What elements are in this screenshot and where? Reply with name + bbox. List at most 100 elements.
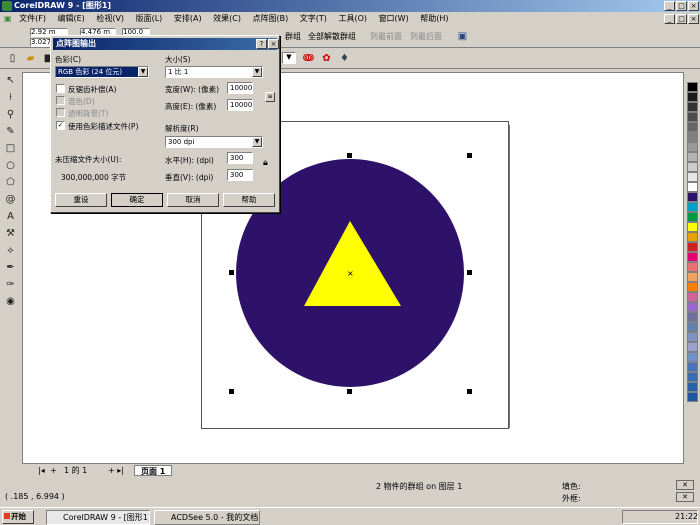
to-front-button[interactable]: 到最前面 (370, 31, 402, 42)
fill-tool-icon[interactable]: ◉ (2, 293, 19, 310)
use-profile-label[interactable]: 使用色彩描述文件(P) (68, 121, 138, 132)
height-input[interactable]: 10000 (227, 99, 253, 111)
freehand-tool-icon[interactable]: ✎ (2, 123, 19, 140)
chevron-down-icon[interactable]: ▼ (252, 67, 262, 77)
width-input[interactable]: 10000 (227, 82, 253, 94)
doc-restore-button[interactable]: □ (676, 14, 687, 24)
palette-swatch[interactable] (687, 202, 698, 212)
menu-text[interactable]: 文字(T) (300, 14, 327, 23)
dialog-help-button[interactable]: ? (256, 39, 267, 49)
menu-file[interactable]: 文件(F) (19, 14, 46, 23)
palette-swatch[interactable] (687, 292, 698, 302)
palette-swatch[interactable] (687, 312, 698, 322)
menu-help[interactable]: 帮助(H) (420, 14, 448, 23)
minimize-button[interactable]: _ (664, 1, 675, 11)
page-next-icon[interactable]: + ▸| (108, 465, 124, 476)
menu-layout[interactable]: 版面(L) (136, 14, 163, 23)
pick-tool-icon[interactable]: ↖ (2, 72, 19, 89)
text-tool-icon[interactable]: A (2, 208, 19, 225)
maintain-ratio-icon[interactable]: ≡ (265, 92, 275, 102)
group-button[interactable]: 群组 (285, 31, 301, 42)
palette-swatch[interactable] (687, 162, 698, 172)
palette-swatch[interactable] (687, 262, 698, 272)
zoom-dropdown-icon[interactable]: ▼ (282, 52, 296, 64)
palette-swatch[interactable] (687, 222, 698, 232)
handle-bottom-right[interactable] (467, 389, 472, 394)
menu-effects[interactable]: 效果(C) (213, 14, 241, 23)
maximize-button[interactable]: □ (676, 1, 687, 11)
symbol-icon[interactable]: ↈ (300, 50, 317, 67)
chevron-down-icon[interactable]: ▼ (138, 67, 148, 77)
handle-bottom-left[interactable] (229, 389, 234, 394)
ellipse-tool-icon[interactable]: ○ (2, 157, 19, 174)
handle-left[interactable] (229, 270, 234, 275)
palette-swatch[interactable] (687, 362, 698, 372)
ungroup-all-button[interactable]: 全部解散群组 (308, 31, 356, 42)
palette-swatch[interactable] (687, 172, 698, 182)
palette-swatch[interactable] (687, 382, 698, 392)
new-file-icon[interactable]: ▯ (4, 50, 21, 67)
polygon-tool-icon[interactable]: ⬠ (2, 174, 19, 191)
palette-swatch[interactable] (687, 392, 698, 402)
page-first-icon[interactable]: |◂ (38, 465, 45, 476)
antialias-label[interactable]: 反锯齿补偿(A) (68, 84, 116, 95)
dialog-close-button[interactable]: × (268, 39, 279, 49)
spiral-tool-icon[interactable]: @ (2, 191, 19, 208)
palette-swatch[interactable] (687, 142, 698, 152)
size-select[interactable]: 1 比 1 ▼ (165, 66, 263, 78)
antialias-checkbox[interactable] (56, 84, 65, 93)
shape-tool-icon[interactable]: ⍿ (2, 89, 19, 106)
palette-swatch[interactable] (687, 192, 698, 202)
doc-minimize-button[interactable]: _ (664, 14, 675, 24)
palette-swatch[interactable] (687, 92, 698, 102)
palette-swatch[interactable] (687, 82, 698, 92)
chevron-down-icon[interactable]: ▼ (252, 137, 262, 147)
cancel-button[interactable]: 取消 (167, 193, 219, 207)
menu-edit[interactable]: 编辑(E) (58, 14, 85, 23)
menu-tools[interactable]: 工具(O) (338, 14, 367, 23)
use-profile-checkbox[interactable]: ✓ (56, 121, 65, 130)
handle-top[interactable] (347, 153, 352, 158)
handle-right[interactable] (467, 270, 472, 275)
palette-swatch[interactable] (687, 102, 698, 112)
convert-icon[interactable]: ▣ (454, 28, 471, 45)
palette-swatch[interactable] (687, 352, 698, 362)
task-coreldraw[interactable]: CorelDRAW 9 - [图形1] (46, 510, 150, 525)
handle-top-right[interactable] (467, 153, 472, 158)
palette-swatch[interactable] (687, 212, 698, 222)
fill-swatch-icon[interactable]: ✕ (676, 480, 694, 490)
palette-swatch[interactable] (687, 272, 698, 282)
palette-swatch[interactable] (687, 122, 698, 132)
script-icon[interactable]: ♦ (336, 50, 353, 67)
open-folder-icon[interactable]: ▰ (22, 50, 39, 67)
outline-swatch-icon[interactable]: ✕ (676, 492, 694, 502)
palette-swatch[interactable] (687, 372, 698, 382)
blend-tool-icon[interactable]: ⟡ (2, 242, 19, 259)
doc-icon[interactable]: ▣ (4, 14, 12, 23)
eyedropper-tool-icon[interactable]: ✒ (2, 259, 19, 276)
palette-swatch[interactable] (687, 132, 698, 142)
lock-icon[interactable]: 🔒︎ (263, 158, 268, 168)
vertical-dpi-input[interactable]: 300 (227, 169, 253, 181)
palette-swatch[interactable] (687, 242, 698, 252)
palette-swatch[interactable] (687, 332, 698, 342)
doc-close-button[interactable]: × (688, 14, 699, 24)
menu-arrange[interactable]: 安排(A) (174, 14, 202, 23)
palette-swatch[interactable] (687, 112, 698, 122)
palette-swatch[interactable] (687, 232, 698, 242)
palette-swatch[interactable] (687, 322, 698, 332)
menu-window[interactable]: 窗口(W) (379, 14, 409, 23)
close-button[interactable]: × (688, 1, 699, 11)
ok-button[interactable]: 确定 (111, 193, 163, 207)
palette-swatch[interactable] (687, 182, 698, 192)
page-add-icon[interactable]: + (50, 465, 57, 476)
corel-logo-icon[interactable]: ✿ (318, 50, 335, 67)
resolution-select[interactable]: 300 dpi ▼ (165, 136, 263, 148)
palette-swatch[interactable] (687, 302, 698, 312)
color-mode-select[interactable]: RGB 色彩 (24 位元) ▼ (55, 66, 149, 78)
menu-bitmaps[interactable]: 点阵图(B) (253, 14, 289, 23)
task-acdsee[interactable]: ACDSee 5.0 - 我的文档 (154, 510, 260, 525)
menu-view[interactable]: 检视(V) (96, 14, 124, 23)
interactive-tool-icon[interactable]: ⚒ (2, 225, 19, 242)
handle-bottom[interactable] (347, 389, 352, 394)
